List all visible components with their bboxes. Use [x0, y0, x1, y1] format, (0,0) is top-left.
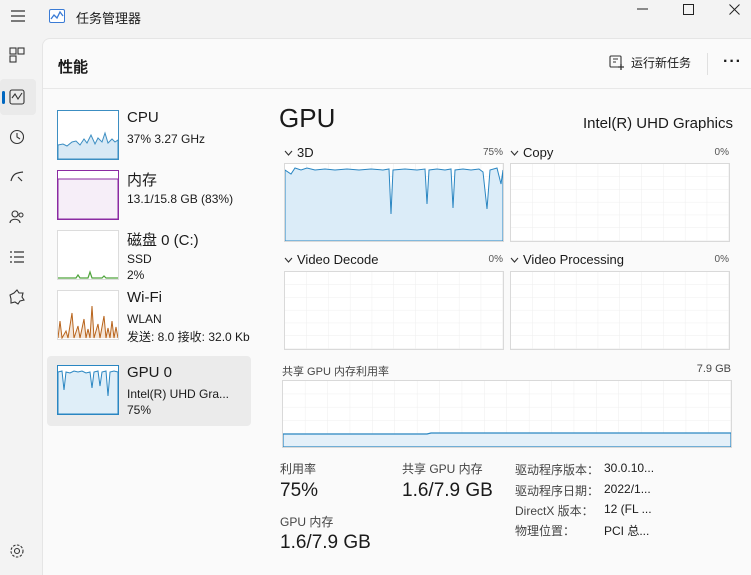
chevron-down-icon — [510, 257, 519, 263]
perf-item-gpu[interactable]: GPU 0 Intel(R) UHD Gra... 75% — [47, 356, 251, 426]
memory-name: 内存 — [127, 172, 158, 189]
services-icon[interactable] — [6, 286, 28, 308]
page-header: 性能 运行新任务 ··· — [43, 39, 751, 89]
shared-gpu-memory-label: 共享 GPU 内存 — [402, 462, 483, 476]
engine-selector-video-decode[interactable]: Video Decode — [284, 252, 378, 267]
cpu-usage: 37% 3.27 GHz — [127, 132, 206, 146]
engine-selector-video-processing[interactable]: Video Processing — [510, 252, 624, 267]
page-title: 性能 — [58, 59, 89, 76]
engine-selector-copy[interactable]: Copy — [510, 145, 553, 160]
performance-icon[interactable] — [2, 86, 28, 108]
gpu-memory-value: 1.6/7.9 GB — [280, 532, 371, 553]
startup-apps-icon[interactable] — [6, 166, 28, 188]
graph-shared-memory — [282, 380, 732, 448]
driver-version-value: 30.0.10... — [604, 461, 655, 475]
disk-name: 磁盘 0 (C:) — [127, 232, 199, 249]
driver-version-label: 驱动程序版本： — [515, 463, 600, 477]
engine-pct-copy: 0% — [714, 147, 729, 158]
gpu-model-name: Intel(R) UHD Graphics — [582, 115, 733, 132]
title-bar: 任务管理器 — [0, 0, 751, 36]
disk-thumbnail-graph — [57, 230, 119, 280]
gpu-model-short: Intel(R) UHD Gra... — [127, 387, 230, 401]
engine-selector-3d[interactable]: 3D — [284, 145, 314, 160]
physical-location-label: 物理位置： — [515, 524, 576, 538]
directx-version-value: 12 (FL ... — [604, 502, 652, 516]
disk-type: SSD — [127, 252, 152, 266]
engine-label-copy: Copy — [523, 145, 554, 160]
details-icon[interactable] — [6, 246, 28, 268]
engine-pct-video-processing: 0% — [714, 254, 729, 265]
driver-date-value: 2022/1... — [604, 482, 651, 496]
cpu-thumbnail-graph — [57, 110, 119, 160]
processes-icon[interactable] — [6, 44, 28, 66]
minimize-icon[interactable] — [620, 0, 664, 18]
header-divider — [707, 53, 708, 75]
gpu-name: GPU 0 — [127, 364, 173, 381]
memory-usage: 13.1/15.8 GB (83%) — [127, 192, 234, 206]
cpu-name: CPU — [127, 109, 159, 126]
utilization-label: 利用率 — [280, 462, 317, 476]
performance-page: 性能 运行新任务 ··· CPU 37% 3.27 GHz 内存 13.1/15… — [42, 38, 751, 575]
wifi-throughput: 发送: 8.0 接收: 32.0 Kb — [127, 330, 250, 344]
chevron-down-icon — [510, 150, 519, 156]
app-title: 任务管理器 — [76, 11, 142, 26]
run-new-task-label: 运行新任务 — [631, 56, 692, 70]
graph-video-processing — [510, 271, 730, 350]
maximize-icon[interactable] — [666, 0, 710, 18]
run-new-task-icon — [609, 54, 624, 70]
wifi-name: Wi-Fi — [127, 289, 162, 306]
settings-gear-icon[interactable] — [6, 540, 28, 562]
detail-title: GPU — [279, 103, 336, 133]
shared-memory-graph-max: 7.9 GB — [696, 363, 731, 375]
graph-copy — [510, 163, 730, 242]
engine-pct-3d: 75% — [482, 147, 503, 158]
shared-memory-graph-label: 共享 GPU 内存利用率 — [282, 366, 389, 378]
memory-thumbnail-graph — [57, 170, 119, 220]
disk-usage: 2% — [127, 268, 145, 282]
engine-label-video-processing: Video Processing — [523, 252, 624, 267]
engine-pct-video-decode: 0% — [488, 254, 503, 265]
physical-location-value: PCI 总... — [604, 524, 650, 538]
utilization-value: 75% — [280, 480, 319, 501]
wifi-thumbnail-graph — [57, 290, 119, 340]
hamburger-menu-icon[interactable] — [6, 4, 30, 28]
engine-label-3d: 3D — [297, 145, 314, 160]
gpu-usage: 75% — [127, 403, 152, 417]
close-icon[interactable] — [712, 0, 751, 18]
wifi-type: WLAN — [127, 312, 162, 326]
users-icon[interactable] — [6, 206, 28, 228]
gpu-thumbnail-graph — [57, 365, 119, 415]
chevron-down-icon — [284, 150, 293, 156]
graph-3d — [284, 163, 504, 242]
run-new-task-button[interactable]: 运行新任务 — [609, 54, 691, 71]
graph-video-decode — [284, 271, 504, 350]
app-history-icon[interactable] — [6, 126, 28, 148]
chevron-down-icon — [284, 257, 293, 263]
gpu-memory-label: GPU 内存 — [280, 515, 334, 529]
driver-date-label: 驱动程序日期： — [515, 484, 600, 498]
engine-label-video-decode: Video Decode — [297, 252, 379, 267]
perf-item-wifi[interactable]: Wi-Fi WLAN 发送: 8.0 接收: 32.0 Kb — [47, 281, 251, 351]
shared-gpu-memory-value: 1.6/7.9 GB — [402, 480, 493, 501]
directx-version-label: DirectX 版本： — [515, 504, 594, 518]
more-options-button[interactable]: ··· — [723, 53, 742, 71]
task-manager-app-icon — [49, 9, 65, 23]
